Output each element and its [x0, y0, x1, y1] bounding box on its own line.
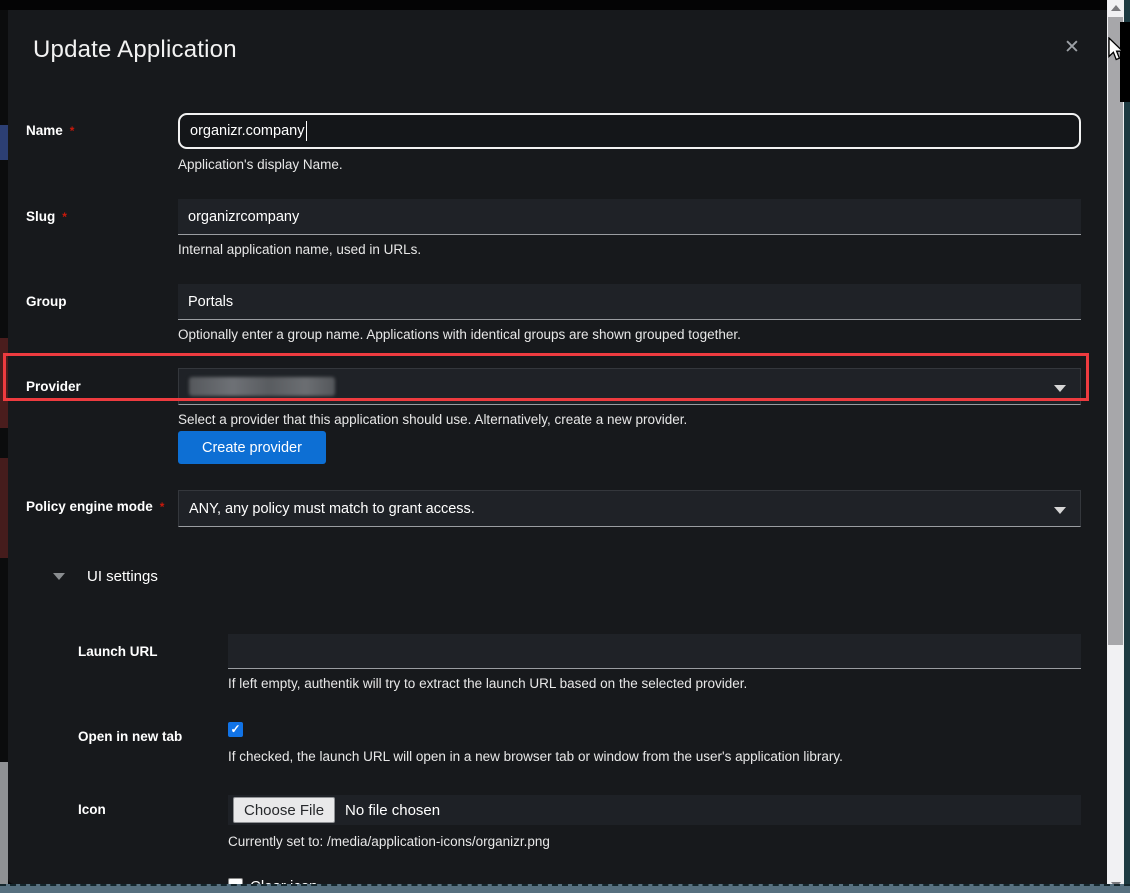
name-help-text: Application's display Name. [178, 157, 343, 172]
scrollbar-thumb[interactable] [1108, 17, 1123, 645]
slug-input[interactable] [178, 199, 1081, 235]
update-application-modal: Update Application ✕ Name* organizr.comp… [8, 10, 1107, 884]
background-fragment [0, 125, 8, 160]
name-label: Name* [26, 123, 74, 138]
launch-url-input[interactable] [228, 634, 1081, 669]
caret-down-icon [1054, 507, 1066, 514]
ui-settings-section-toggle[interactable]: UI settings [53, 568, 158, 585]
scroll-up-arrow-icon[interactable] [1107, 0, 1124, 16]
group-label: Group [26, 294, 67, 309]
background-page-edge [0, 0, 8, 893]
required-asterisk: * [70, 124, 75, 138]
provider-label: Provider [26, 379, 81, 394]
vertical-scrollbar[interactable] [1107, 0, 1124, 893]
caret-down-icon [1054, 385, 1066, 392]
icon-file-input[interactable]: Choose File No file chosen [228, 795, 1081, 825]
icon-current-help-text: Currently set to: /media/application-ico… [228, 834, 550, 849]
name-input-value: organizr.company [190, 123, 304, 139]
group-help-text: Optionally enter a group name. Applicati… [178, 327, 741, 342]
background-fragment [0, 762, 8, 884]
open-in-new-tab-label: Open in new tab [78, 729, 182, 744]
required-asterisk: * [62, 210, 67, 224]
group-input[interactable] [178, 284, 1081, 320]
slug-label: Slug* [26, 209, 67, 224]
provider-selected-value-redacted [189, 377, 335, 396]
launch-url-label: Launch URL [78, 644, 158, 659]
chevron-down-icon [53, 573, 65, 580]
background-right-notch [1120, 22, 1130, 102]
create-provider-button[interactable]: Create provider [178, 431, 326, 464]
launch-url-help-text: If left empty, authentik will try to ext… [228, 676, 747, 691]
provider-help-text: Select a provider that this application … [178, 412, 687, 427]
page-title: Update Application [33, 36, 237, 64]
open-in-new-tab-checkbox[interactable]: ✓ [228, 722, 243, 737]
provider-select[interactable] [178, 368, 1081, 405]
background-top-edge [0, 0, 1130, 10]
file-chosen-status: No file chosen [345, 802, 440, 819]
policy-engine-mode-select[interactable]: ANY, any policy must match to grant acce… [178, 490, 1081, 527]
choose-file-button[interactable]: Choose File [233, 797, 335, 823]
required-asterisk: * [160, 500, 165, 514]
policy-engine-mode-label: Policy engine mode* [26, 499, 164, 514]
background-bottom-edge [0, 884, 1130, 893]
checkmark-icon: ✓ [230, 722, 240, 736]
policy-engine-mode-value: ANY, any policy must match to grant acce… [189, 501, 475, 517]
close-icon[interactable]: ✕ [1058, 34, 1086, 62]
background-fragment [0, 458, 8, 558]
slug-help-text: Internal application name, used in URLs. [178, 242, 421, 257]
open-in-new-tab-help-text: If checked, the launch URL will open in … [228, 749, 843, 764]
icon-label: Icon [78, 802, 106, 817]
background-fragment [0, 338, 8, 428]
name-input[interactable]: organizr.company [178, 113, 1081, 149]
ui-settings-section-label: UI settings [87, 568, 158, 585]
background-right-edge [1124, 0, 1130, 893]
